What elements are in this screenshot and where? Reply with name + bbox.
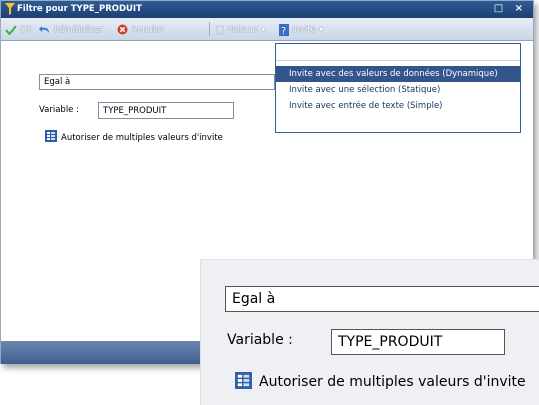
undo-arrow-icon — [39, 25, 51, 35]
multi-list-icon — [45, 130, 57, 145]
menu-item-static[interactable]: Invite avec une sélection (Statique) — [276, 82, 520, 98]
zoom-variable-input: TYPE_PRODUIT — [331, 329, 505, 355]
cancel-button[interactable]: Annuler — [117, 23, 164, 36]
prompt-dropdown-menu: Invite avec des valeurs de données (Dyna… — [275, 43, 521, 133]
menu-item-dynamic[interactable]: Invite avec des valeurs de données (Dyna… — [276, 66, 520, 82]
zoom-inset: Egal à Variable : TYPE_PRODUIT Autoriser… — [200, 259, 539, 405]
window-controls[interactable]: □ × — [494, 3, 527, 14]
variable-input[interactable]: TYPE_PRODUIT — [98, 102, 234, 119]
multi-values-option[interactable]: Autoriser de multiples valeurs d'invite — [45, 130, 223, 145]
ok-label: OK — [20, 24, 33, 35]
question-mark-icon: ? — [279, 23, 289, 36]
svg-text:?: ? — [281, 26, 286, 36]
ok-button[interactable]: OK — [5, 23, 32, 36]
chevron-down-icon: ▾ — [318, 24, 324, 35]
multi-list-icon — [235, 372, 252, 392]
variable-label: Variable : — [39, 105, 79, 115]
menu-header-divider — [276, 44, 520, 61]
cancel-icon — [117, 24, 128, 35]
zoom-multi-values-label: Autoriser de multiples valeurs d'invite — [259, 374, 526, 390]
filter-funnel-icon — [5, 3, 15, 15]
prompt-menu-button[interactable]: ? Invite ▾ — [279, 23, 323, 36]
reset-button[interactable]: Réinitialiser — [39, 23, 104, 36]
toolbar: OK Réinitialiser Annuler Valeurs ▾ ? Inv… — [1, 18, 533, 41]
toolbar-separator — [209, 22, 210, 36]
check-icon — [5, 24, 17, 35]
menu-item-simple[interactable]: Invite avec entrée de texte (Simple) — [276, 98, 520, 114]
values-label: Valeurs — [227, 24, 259, 35]
values-icon — [216, 25, 224, 35]
multi-values-label: Autoriser de multiples valeurs d'invite — [61, 132, 223, 143]
zoom-variable-label: Variable : — [227, 332, 293, 348]
zoom-operator-select: Egal à — [225, 286, 539, 312]
chevron-down-icon: ▾ — [261, 24, 266, 35]
title-bar[interactable]: Filtre pour TYPE_PRODUIT □ × — [1, 1, 533, 18]
zoom-multi-values-option: Autoriser de multiples valeurs d'invite — [235, 372, 526, 392]
reset-label: Réinitialiser — [54, 24, 104, 35]
values-menu-button[interactable]: Valeurs ▾ — [216, 23, 266, 36]
window-title: Filtre pour TYPE_PRODUIT — [17, 4, 142, 14]
cancel-label: Annuler — [131, 24, 165, 35]
prompt-label: Invite — [292, 24, 316, 35]
operator-select[interactable]: Egal à — [39, 74, 275, 90]
